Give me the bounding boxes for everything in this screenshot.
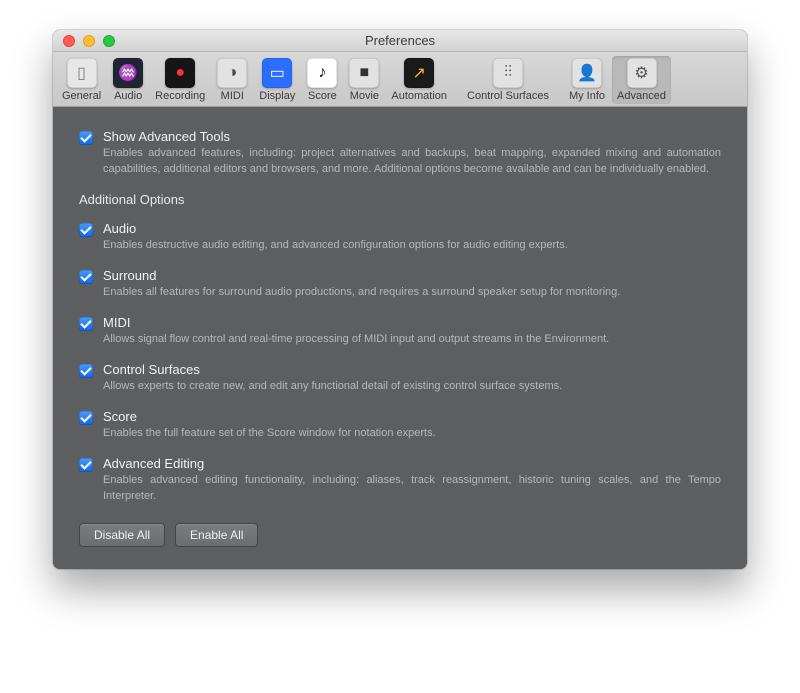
disable-all-button[interactable]: Disable All <box>79 523 165 547</box>
toolbar-tab-automation[interactable]: ↗ Automation <box>386 56 452 104</box>
toolbar-tab-display[interactable]: ▭ Display <box>254 56 300 104</box>
toolbar-tab-label: My Info <box>569 90 605 102</box>
score-title: Score <box>103 409 436 424</box>
option-row-midi: MIDI Allows signal flow control and real-… <box>79 315 721 348</box>
score-icon: ♪ <box>307 58 337 88</box>
toolbar-tab-label: Display <box>259 90 295 102</box>
additional-options-heading: Additional Options <box>79 192 721 207</box>
titlebar: Preferences <box>53 30 747 52</box>
control-surfaces-icon: ⫶⫶ <box>493 58 523 88</box>
toolbar-tab-label: MIDI <box>221 90 244 102</box>
toolbar-tab-score[interactable]: ♪ Score <box>302 56 342 104</box>
audio-desc: Enables destructive audio editing, and a… <box>103 238 568 254</box>
zoom-icon[interactable] <box>103 35 115 47</box>
audio-title: Audio <box>103 221 568 236</box>
toolbar-tab-movie[interactable]: ■ Movie <box>344 56 384 104</box>
option-row-score: Score Enables the full feature set of the… <box>79 409 721 442</box>
display-icon: ▭ <box>262 58 292 88</box>
advanced-editing-checkbox[interactable] <box>79 458 93 472</box>
audio-icon: ♒ <box>113 58 143 88</box>
control-surfaces-checkbox[interactable] <box>79 364 93 378</box>
midi-title: MIDI <box>103 315 609 330</box>
enable-all-button[interactable]: Enable All <box>175 523 258 547</box>
toolbar-tab-recording[interactable]: ● Recording <box>150 56 210 104</box>
surround-checkbox[interactable] <box>79 270 93 284</box>
toolbar-tab-label: Audio <box>114 90 142 102</box>
toolbar-tab-label: General <box>62 90 101 102</box>
toolbar-tab-label: Movie <box>350 90 379 102</box>
toolbar-tab-general[interactable]: ▯ General <box>57 56 106 104</box>
movie-icon: ■ <box>349 58 379 88</box>
score-desc: Enables the full feature set of the Scor… <box>103 426 436 442</box>
close-icon[interactable] <box>63 35 75 47</box>
toolbar-tab-midi[interactable]: ◑ MIDI <box>212 56 252 104</box>
midi-icon: ◑ <box>217 58 247 88</box>
show-advanced-tools-desc: Enables advanced features, including: pr… <box>103 146 721 178</box>
show-advanced-tools-checkbox[interactable] <box>79 131 93 145</box>
advanced-editing-title: Advanced Editing <box>103 456 721 471</box>
button-row: Disable All Enable All <box>79 523 721 547</box>
window-controls <box>63 35 115 47</box>
surround-title: Surround <box>103 268 620 283</box>
audio-checkbox[interactable] <box>79 223 93 237</box>
my-info-icon: 👤 <box>572 58 602 88</box>
recording-icon: ● <box>165 58 195 88</box>
minimize-icon[interactable] <box>83 35 95 47</box>
toolbar-tab-my-info[interactable]: 👤 My Info <box>564 56 610 104</box>
show-advanced-tools-row: Show Advanced Tools Enables advanced fea… <box>79 129 721 178</box>
preferences-window: Preferences ▯ General ♒ Audio ● Recording ◑ MID… <box>53 30 747 569</box>
toolbar-tab-audio[interactable]: ♒ Audio <box>108 56 148 104</box>
preferences-toolbar: ▯ General ♒ Audio ● Recording ◑ MIDI ▭ Display ♪ Sc… <box>53 52 747 107</box>
option-row-audio: Audio Enables destructive audio editing, … <box>79 221 721 254</box>
toolbar-tab-advanced[interactable]: ⚙ Advanced <box>612 56 671 104</box>
control-surfaces-title: Control Surfaces <box>103 362 562 377</box>
toolbar-tab-label: Score <box>308 90 337 102</box>
advanced-pane: Show Advanced Tools Enables advanced fea… <box>53 107 747 568</box>
midi-checkbox[interactable] <box>79 317 93 331</box>
window-title: Preferences <box>365 33 435 48</box>
option-row-surround: Surround Enables all features for surroun… <box>79 268 721 301</box>
advanced-icon: ⚙ <box>627 58 657 88</box>
toolbar-tab-control-surfaces[interactable]: ⫶⫶ Control Surfaces <box>462 56 554 104</box>
midi-desc: Allows signal flow control and real-time… <box>103 332 609 348</box>
automation-icon: ↗ <box>404 58 434 88</box>
option-row-control-surfaces: Control Surfaces Allows experts to create… <box>79 362 721 395</box>
toolbar-tab-label: Advanced <box>617 90 666 102</box>
show-advanced-tools-title: Show Advanced Tools <box>103 129 721 144</box>
score-checkbox[interactable] <box>79 411 93 425</box>
toolbar-tab-label: Recording <box>155 90 205 102</box>
advanced-editing-desc: Enables advanced editing functionality, … <box>103 473 721 505</box>
toolbar-tab-label: Control Surfaces <box>467 90 549 102</box>
option-row-advanced-editing: Advanced Editing Enables advanced editing… <box>79 456 721 505</box>
general-icon: ▯ <box>67 58 97 88</box>
surround-desc: Enables all features for surround audio … <box>103 285 620 301</box>
control-surfaces-desc: Allows experts to create new, and edit a… <box>103 379 562 395</box>
toolbar-tab-label: Automation <box>391 90 447 102</box>
